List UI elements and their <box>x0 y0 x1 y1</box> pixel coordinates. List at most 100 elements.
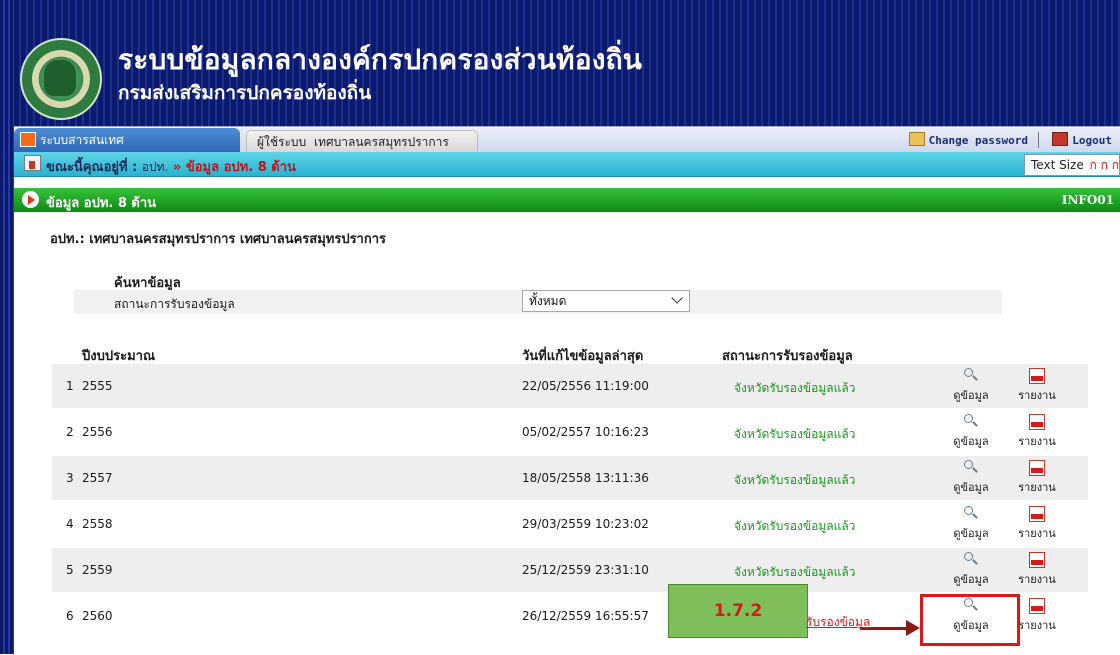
view-data-label: ดูข้อมูล <box>953 389 989 402</box>
annotation-arrow-head <box>906 620 920 636</box>
row-year: 2557 <box>82 471 113 485</box>
row-status: จังหวัดรับรองข้อมูลแล้ว <box>734 427 856 441</box>
user-name: เทศบาลนครสมุทรปราการ <box>314 135 449 149</box>
magnifier-icon <box>963 414 979 430</box>
report-button[interactable]: รายงาน <box>1014 460 1060 496</box>
view-data-button[interactable]: ดูข้อมูล <box>948 552 994 588</box>
row-year: 2560 <box>82 609 113 623</box>
row-status: จังหวัดรับรองข้อมูลแล้ว <box>734 519 856 533</box>
row-date: 18/05/2558 13:11:36 <box>522 471 649 485</box>
row-date: 22/05/2556 11:19:00 <box>522 379 649 393</box>
breadcrumb-current: ข้อมูล อปท. 8 ด้าน <box>185 160 296 175</box>
tab-information-system-label: ระบบสารสนเทศ <box>40 133 124 147</box>
status-filter-select[interactable]: ทั้งหมด <box>522 290 690 312</box>
view-data-label: ดูข้อมูล <box>953 573 989 586</box>
text-size-label: Text Size <box>1031 158 1084 172</box>
arrow-right-icon <box>22 191 39 208</box>
magnifier-icon <box>963 368 979 384</box>
breadcrumb-bar: ขณะนี้คุณอยู่ที่ : อปท. » ข้อมูล อปท. 8 … <box>14 152 1120 177</box>
section-title: ข้อมูล อปท. 8 ด้าน <box>46 196 157 211</box>
header-status: สถานะการรับรองข้อมูล <box>722 349 853 364</box>
department-logo <box>20 38 102 120</box>
report-label: รายงาน <box>1018 573 1056 586</box>
report-button[interactable]: รายงาน <box>1014 506 1060 542</box>
header-date: วันที่แก้ไขข้อมูลล่าสุด <box>522 349 644 364</box>
magnifier-icon <box>963 506 979 522</box>
pdf-icon <box>1029 414 1045 430</box>
logout-label: Logout <box>1072 134 1112 147</box>
report-label: รายงาน <box>1018 481 1056 494</box>
divider <box>1038 132 1039 148</box>
row-year: 2555 <box>82 379 113 393</box>
pdf-icon <box>1029 598 1045 614</box>
pdf-icon <box>1029 460 1045 476</box>
row-date: 26/12/2559 16:55:57 <box>522 609 649 623</box>
report-button[interactable]: รายงาน <box>1014 368 1060 404</box>
table-row: 5 2559 25/12/2559 23:31:10 จังหวัดรับรองข้อ… <box>52 548 1088 592</box>
site-title: ระบบข้อมูลกลางองค์กรปกครองส่วนท้องถิ่น <box>118 43 643 76</box>
monitor-icon <box>20 132 36 147</box>
breadcrumb-separator: » <box>172 160 182 175</box>
change-password-label: Change password <box>928 134 1028 147</box>
view-data-label: ดูข้อมูล <box>953 481 989 494</box>
site-subtitle: กรมส่งเสริมการปกครองท้องถิ่น <box>118 82 372 104</box>
row-status: จังหวัดรับรองข้อมูลแล้ว <box>734 473 856 487</box>
tab-information-system[interactable]: ระบบสารสนเทศ <box>14 128 240 152</box>
breadcrumb-prefix: ขณะนี้คุณอยู่ที่ : <box>46 160 138 175</box>
section-code: INFO01 <box>1061 193 1114 207</box>
row-date: 25/12/2559 23:31:10 <box>522 563 649 577</box>
table-row: 4 2558 29/03/2559 10:23:02 จังหวัดรับรองข้อ… <box>52 502 1088 546</box>
report-button[interactable]: รายงาน <box>1014 598 1060 634</box>
pdf-icon <box>1029 506 1045 522</box>
report-button[interactable]: รายงาน <box>1014 552 1060 588</box>
view-data-button[interactable]: ดูข้อมูล <box>948 460 994 496</box>
change-password-link[interactable]: Change password <box>908 132 1028 147</box>
row-number: 3 <box>66 471 74 485</box>
report-label: รายงาน <box>1018 619 1056 632</box>
status-filter-value: ทั้งหมด <box>529 294 567 308</box>
edit-icon <box>908 132 925 146</box>
report-button[interactable]: รายงาน <box>1014 414 1060 450</box>
home-icon[interactable] <box>24 155 41 171</box>
magnifier-icon <box>963 460 979 476</box>
view-data-button[interactable]: ดูข้อมูล <box>948 368 994 404</box>
user-label: ผู้ใช้ระบบ <box>257 135 307 149</box>
row-number: 6 <box>66 609 74 623</box>
magnifier-icon <box>963 552 979 568</box>
annotation-label: 1.7.2 <box>668 584 808 638</box>
view-data-button[interactable]: ดูข้อมูล <box>948 506 994 542</box>
report-label: รายงาน <box>1018 435 1056 448</box>
status-filter-label: สถานะการรับรองข้อมูล <box>114 297 235 311</box>
view-data-button[interactable]: ดูข้อมูล <box>948 414 994 450</box>
annotation-highlight <box>920 594 1020 646</box>
row-number: 5 <box>66 563 74 577</box>
table-row: 1 2555 22/05/2556 11:19:00 จังหวัดรับรองข้อ… <box>52 364 1088 408</box>
section-header: ข้อมูล อปท. 8 ด้าน INFO01 <box>14 188 1120 212</box>
row-number: 2 <box>66 425 74 439</box>
row-date: 05/02/2557 10:16:23 <box>522 425 649 439</box>
logout-link[interactable]: Logout <box>1052 132 1112 147</box>
report-label: รายงาน <box>1018 527 1056 540</box>
text-size-options[interactable]: ก ก ก <box>1090 158 1119 172</box>
pdf-icon <box>1029 552 1045 568</box>
table-header: ปีงบประมาณ วันที่แก้ไขข้อมูลล่าสุด สถานะ… <box>52 342 1092 364</box>
logout-icon <box>1052 132 1069 146</box>
user-tab: ผู้ใช้ระบบ เทศบาลนครสมุทรปราการ <box>246 130 478 154</box>
table-row: 3 2557 18/05/2558 13:11:36 จังหวัดรับรองข้อ… <box>52 456 1088 500</box>
row-status: จังหวัดรับรองข้อมูลแล้ว <box>734 381 856 395</box>
breadcrumb-link-lao[interactable]: อปท. <box>142 160 169 174</box>
pdf-icon <box>1029 368 1045 384</box>
row-number: 1 <box>66 379 74 393</box>
row-year: 2558 <box>82 517 113 531</box>
top-tab-bar: ระบบสารสนเทศ ผู้ใช้ระบบ เทศบาลนครสมุทรปร… <box>14 128 1120 154</box>
row-year: 2556 <box>82 425 113 439</box>
text-size-control: Text Size ก ก ก <box>1024 154 1120 176</box>
org-name: อปท.: เทศบาลนครสมุทรปราการ เทศบาลนครสมุท… <box>50 232 387 247</box>
table-row: 2 2556 05/02/2557 10:16:23 จังหวัดรับรองข้อ… <box>52 410 1088 454</box>
row-number: 4 <box>66 517 74 531</box>
row-year: 2559 <box>82 563 113 577</box>
header-year: ปีงบประมาณ <box>82 349 155 364</box>
view-data-label: ดูข้อมูล <box>953 527 989 540</box>
row-date: 29/03/2559 10:23:02 <box>522 517 649 531</box>
view-data-label: ดูข้อมูล <box>953 435 989 448</box>
